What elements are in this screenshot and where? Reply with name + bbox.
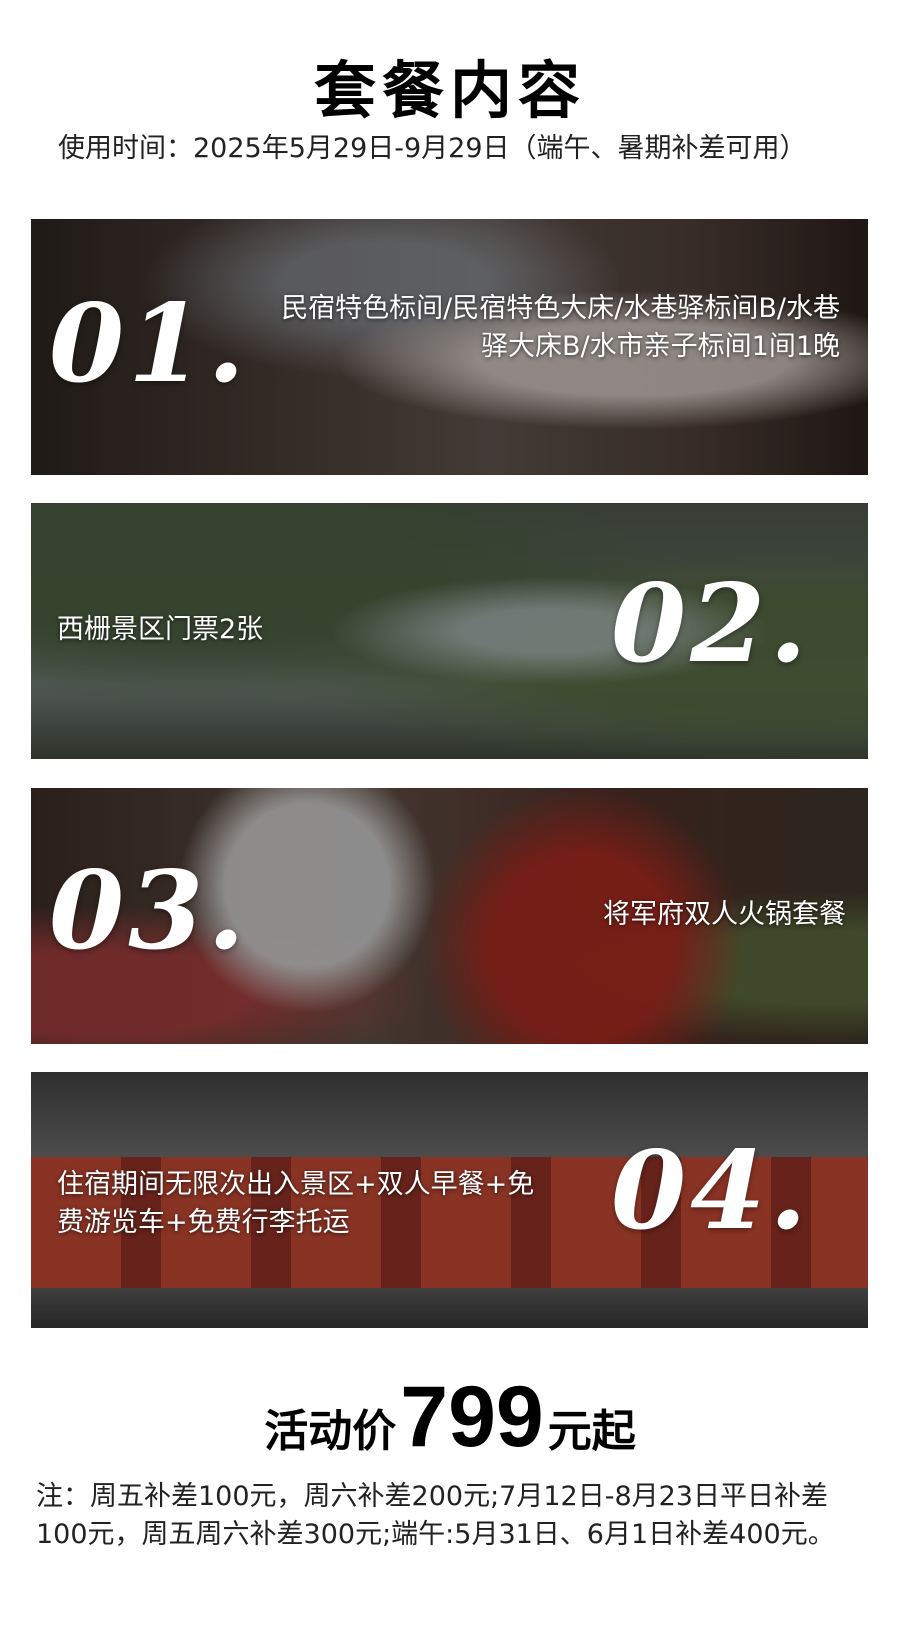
item-description: 民宿特色标间/民宿特色大床/水巷驿标间B/水巷驿大床B/水市亲子标间1间1晚: [281, 293, 840, 362]
surcharge-note: 注：周五补差100元，周六补差200元;7月12日-8月23日平日补差100元，…: [36, 1481, 835, 1550]
package-item-card: 01. 民宿特色标间/民宿特色大床/水巷驿标间B/水巷驿大床B/水市亲子标间1间…: [31, 219, 868, 475]
item-number: 02.: [611, 561, 811, 687]
package-item-card: 西栅景区门票2张 02.: [31, 503, 868, 759]
page-title: 套餐内容: [313, 54, 586, 127]
item-description: 将军府双人火锅套餐: [603, 899, 846, 930]
item-description: 住宿期间无限次出入景区+双人早餐+免费游览车+免费行李托运: [57, 1169, 535, 1238]
item-number: 04.: [611, 1128, 811, 1254]
price-prefix: 活动价: [264, 1406, 397, 1457]
item-description: 西栅景区门票2张: [57, 614, 264, 645]
price-value: 799: [400, 1369, 544, 1465]
price-line: 活动价799元起: [0, 1368, 900, 1465]
item-number: 01.: [49, 281, 249, 407]
usage-period: 使用时间：2025年5月29日-9月29日（端午、暑期补差可用）: [58, 133, 807, 164]
package-item-card: 03. 将军府双人火锅套餐: [31, 788, 868, 1044]
price-suffix: 元起: [547, 1406, 636, 1457]
package-item-card: 住宿期间无限次出入景区+双人早餐+免费游览车+免费行李托运 04.: [31, 1072, 868, 1328]
item-number: 03.: [49, 848, 249, 974]
